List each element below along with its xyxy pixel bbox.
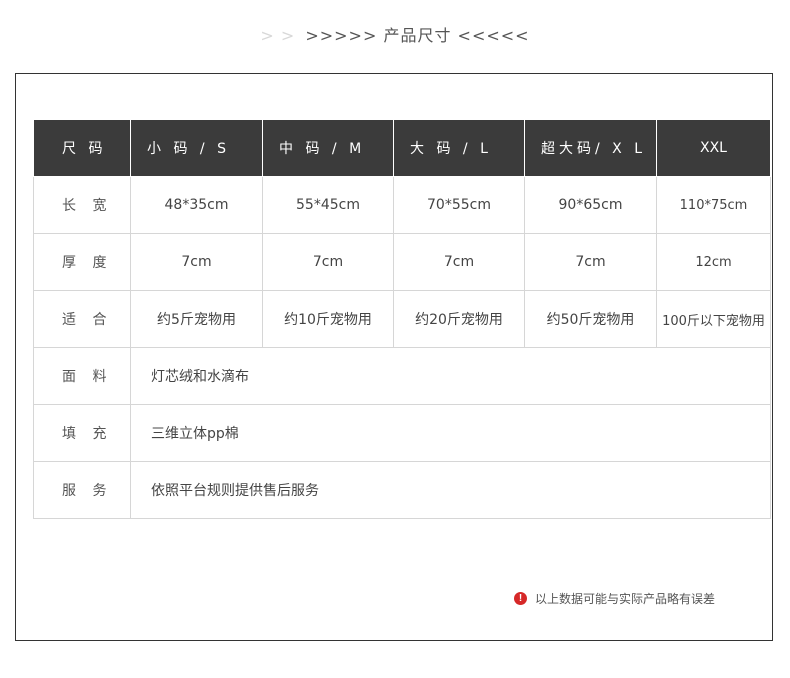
size-table: 尺 码 小 码 / S 中 码 / M 大 码 / L 超大码/ X L XXL… [33, 119, 771, 519]
table-cell: 55*45cm [262, 176, 394, 234]
table-cell: 约20斤宠物用 [393, 290, 525, 348]
table-cell: 90*65cm [524, 176, 657, 234]
table-row: 厚 度 7cm 7cm 7cm 7cm 12cm [33, 233, 771, 291]
table-cell: 7cm [393, 233, 525, 291]
table-cell: 7cm [130, 233, 263, 291]
row-label-filling: 填 充 [33, 404, 131, 462]
header-xxl: XXL [656, 119, 771, 177]
table-header-row: 尺 码 小 码 / S 中 码 / M 大 码 / L 超大码/ X L XXL [33, 119, 771, 177]
table-cell: 约5斤宠物用 [130, 290, 263, 348]
row-label-service: 服 务 [33, 461, 131, 519]
header-medium: 中 码 / M [262, 119, 394, 177]
header-xlarge: 超大码/ X L [524, 119, 657, 177]
table-cell-wide: 灯芯绒和水滴布 [130, 347, 771, 405]
table-cell: 100斤以下宠物用 [656, 290, 771, 348]
row-label-dimensions: 长 宽 [33, 176, 131, 234]
disclaimer-text: 以上数据可能与实际产品略有误差 [535, 592, 716, 606]
table-row: 长 宽 48*35cm 55*45cm 70*55cm 90*65cm 110*… [33, 176, 771, 234]
row-label-suitable: 适 合 [33, 290, 131, 348]
header-small: 小 码 / S [130, 119, 263, 177]
table-cell: 约10斤宠物用 [262, 290, 394, 348]
table-cell: 约50斤宠物用 [524, 290, 657, 348]
table-cell: 12cm [656, 233, 771, 291]
header-large: 大 码 / L [393, 119, 525, 177]
table-cell-wide: 三维立体pp棉 [130, 404, 771, 462]
exclamation-icon: ! [514, 592, 527, 605]
table-row: 面 料 灯芯绒和水滴布 [33, 347, 771, 405]
row-label-thickness: 厚 度 [33, 233, 131, 291]
disclaimer-note: ! 以上数据可能与实际产品略有误差 [514, 590, 715, 607]
table-row: 填 充 三维立体pp棉 [33, 404, 771, 462]
header-size: 尺 码 [33, 119, 131, 177]
table-cell: 70*55cm [393, 176, 525, 234]
table-cell: 110*75cm [656, 176, 771, 234]
table-cell: 48*35cm [130, 176, 263, 234]
section-title: > > >>>>> 产品尺寸 <<<<< [0, 22, 790, 46]
title-text: >>>>> 产品尺寸 <<<<< [305, 26, 530, 45]
table-cell: 7cm [524, 233, 657, 291]
table-cell: 7cm [262, 233, 394, 291]
table-row: 服 务 依照平台规则提供售后服务 [33, 461, 771, 519]
title-decoration: > > [260, 26, 296, 45]
table-row: 适 合 约5斤宠物用 约10斤宠物用 约20斤宠物用 约50斤宠物用 100斤以… [33, 290, 771, 348]
table-cell-wide: 依照平台规则提供售后服务 [130, 461, 771, 519]
row-label-fabric: 面 料 [33, 347, 131, 405]
